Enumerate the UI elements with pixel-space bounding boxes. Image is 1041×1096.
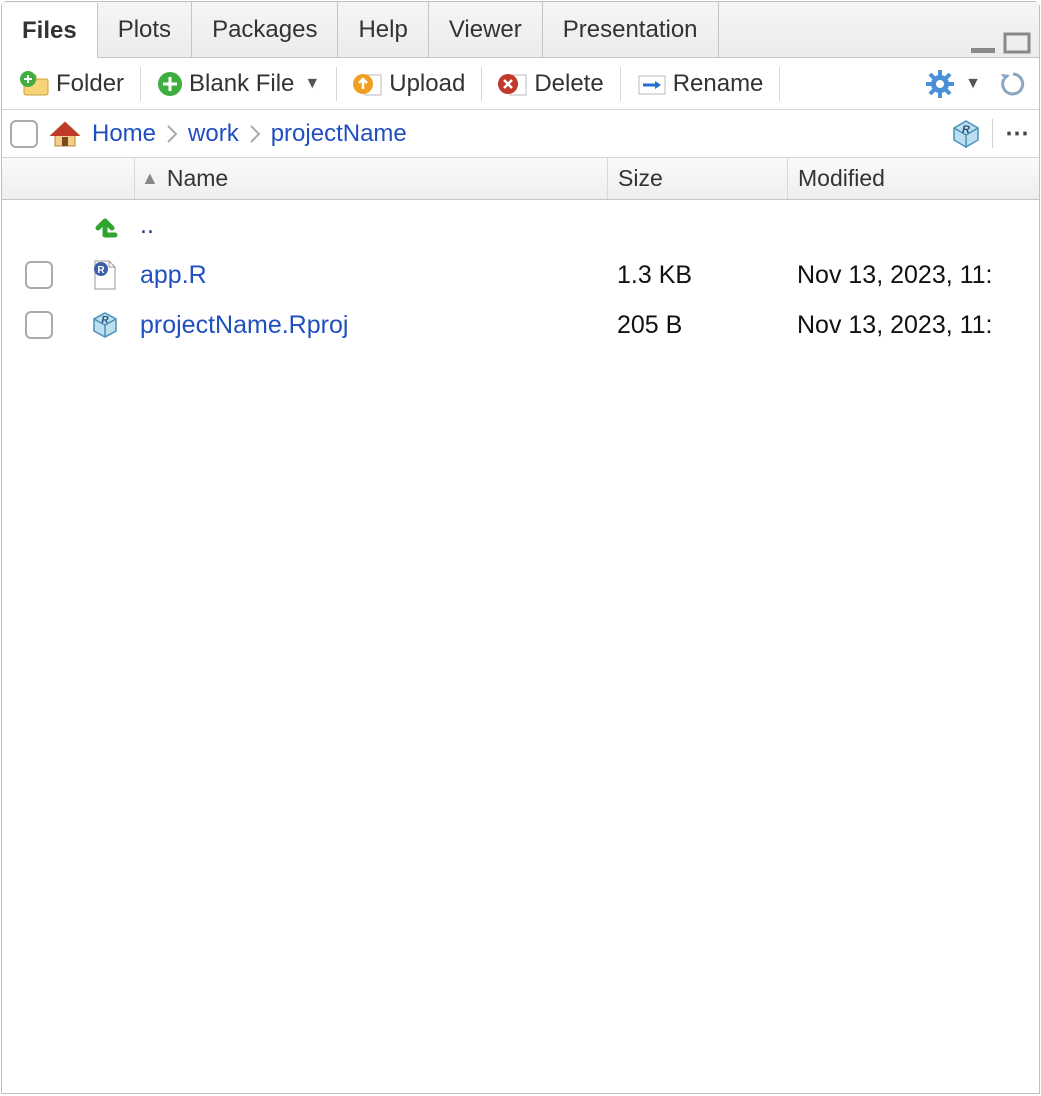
separator bbox=[779, 67, 780, 101]
rename-icon bbox=[637, 71, 667, 97]
file-row[interactable]: R app.R 1.3 KB Nov 13, 2023, 11: bbox=[2, 250, 1039, 300]
svg-text:R: R bbox=[97, 265, 105, 276]
tab-files[interactable]: Files bbox=[2, 3, 98, 59]
gear-icon bbox=[925, 69, 955, 99]
upload-button[interactable]: Upload bbox=[343, 66, 475, 102]
more-gear-button[interactable]: ▼ bbox=[915, 65, 991, 103]
file-size: 1.3 KB bbox=[617, 261, 692, 290]
upload-label: Upload bbox=[389, 70, 465, 98]
breadcrumb-work[interactable]: work bbox=[188, 120, 239, 148]
up-arrow-icon bbox=[91, 211, 119, 239]
svg-text:R: R bbox=[101, 315, 109, 326]
file-modified: Nov 13, 2023, 11: bbox=[797, 311, 993, 340]
folder-plus-icon bbox=[20, 71, 50, 97]
row-checkbox[interactable] bbox=[25, 311, 53, 339]
delete-button[interactable]: Delete bbox=[488, 66, 613, 102]
maximize-icon[interactable] bbox=[1003, 32, 1031, 54]
tabs-row: Files Plots Packages Help Viewer Present… bbox=[2, 2, 1039, 58]
refresh-button[interactable] bbox=[995, 66, 1031, 102]
tab-presentation[interactable]: Presentation bbox=[543, 2, 719, 58]
tab-packages[interactable]: Packages bbox=[192, 2, 338, 58]
files-pane: Files Plots Packages Help Viewer Present… bbox=[1, 1, 1040, 1094]
sort-asc-icon: ▲ bbox=[141, 168, 159, 189]
col-header-modified[interactable]: Modified bbox=[787, 158, 1039, 199]
table-header: ▲ Name Size Modified bbox=[2, 158, 1039, 200]
row-checkbox[interactable] bbox=[25, 261, 53, 289]
separator bbox=[620, 67, 621, 101]
chevron-right-icon bbox=[249, 124, 261, 144]
refresh-icon bbox=[999, 70, 1027, 98]
breadcrumb: Home work projectName R ⋯ bbox=[2, 110, 1039, 158]
svg-text:R: R bbox=[962, 124, 970, 136]
tab-viewer[interactable]: Viewer bbox=[429, 2, 543, 58]
file-list: .. R app.R 1.3 KB Nov 13, 2023, 11: R pr… bbox=[2, 200, 1039, 1093]
separator bbox=[336, 67, 337, 101]
separator bbox=[140, 67, 141, 101]
file-row[interactable]: R projectName.Rproj 205 B Nov 13, 2023, … bbox=[2, 300, 1039, 350]
parent-dir-label: .. bbox=[140, 211, 154, 240]
delete-icon bbox=[498, 71, 528, 97]
col-modified-label: Modified bbox=[798, 165, 885, 192]
chevron-down-icon: ▼ bbox=[304, 75, 320, 93]
rproj-cube-icon[interactable]: R bbox=[950, 118, 982, 150]
file-name: projectName.Rproj bbox=[140, 311, 348, 340]
tab-help[interactable]: Help bbox=[338, 2, 428, 58]
tab-plots[interactable]: Plots bbox=[98, 2, 192, 58]
col-header-name[interactable]: ▲ Name bbox=[134, 158, 607, 199]
more-actions-button[interactable]: ⋯ bbox=[992, 119, 1031, 148]
delete-label: Delete bbox=[534, 70, 603, 98]
minimize-icon[interactable] bbox=[969, 34, 997, 54]
file-name: app.R bbox=[140, 261, 207, 290]
new-blank-file-button[interactable]: Blank File ▼ bbox=[147, 66, 330, 102]
rproj-file-icon: R bbox=[90, 310, 120, 340]
parent-dir-row[interactable]: .. bbox=[2, 200, 1039, 250]
r-script-icon: R bbox=[91, 259, 119, 291]
file-modified: Nov 13, 2023, 11: bbox=[797, 261, 993, 290]
col-size-label: Size bbox=[618, 165, 663, 192]
col-header-size[interactable]: Size bbox=[607, 158, 787, 199]
upload-icon bbox=[353, 71, 383, 97]
file-plus-icon bbox=[157, 71, 183, 97]
breadcrumb-projectname[interactable]: projectName bbox=[271, 120, 407, 148]
file-size: 205 B bbox=[617, 311, 682, 340]
separator bbox=[481, 67, 482, 101]
select-all-checkbox[interactable] bbox=[10, 120, 38, 148]
new-blank-file-label: Blank File bbox=[189, 70, 294, 98]
chevron-right-icon bbox=[166, 124, 178, 144]
breadcrumb-home[interactable]: Home bbox=[92, 120, 156, 148]
chevron-down-icon: ▼ bbox=[965, 75, 981, 93]
rename-label: Rename bbox=[673, 70, 764, 98]
new-folder-button[interactable]: Folder bbox=[10, 66, 134, 102]
rename-button[interactable]: Rename bbox=[627, 66, 774, 102]
new-folder-label: Folder bbox=[56, 70, 124, 98]
home-icon[interactable] bbox=[48, 119, 82, 149]
col-name-label: Name bbox=[167, 165, 228, 192]
toolbar: Folder Blank File ▼ Upload Delete bbox=[2, 58, 1039, 110]
